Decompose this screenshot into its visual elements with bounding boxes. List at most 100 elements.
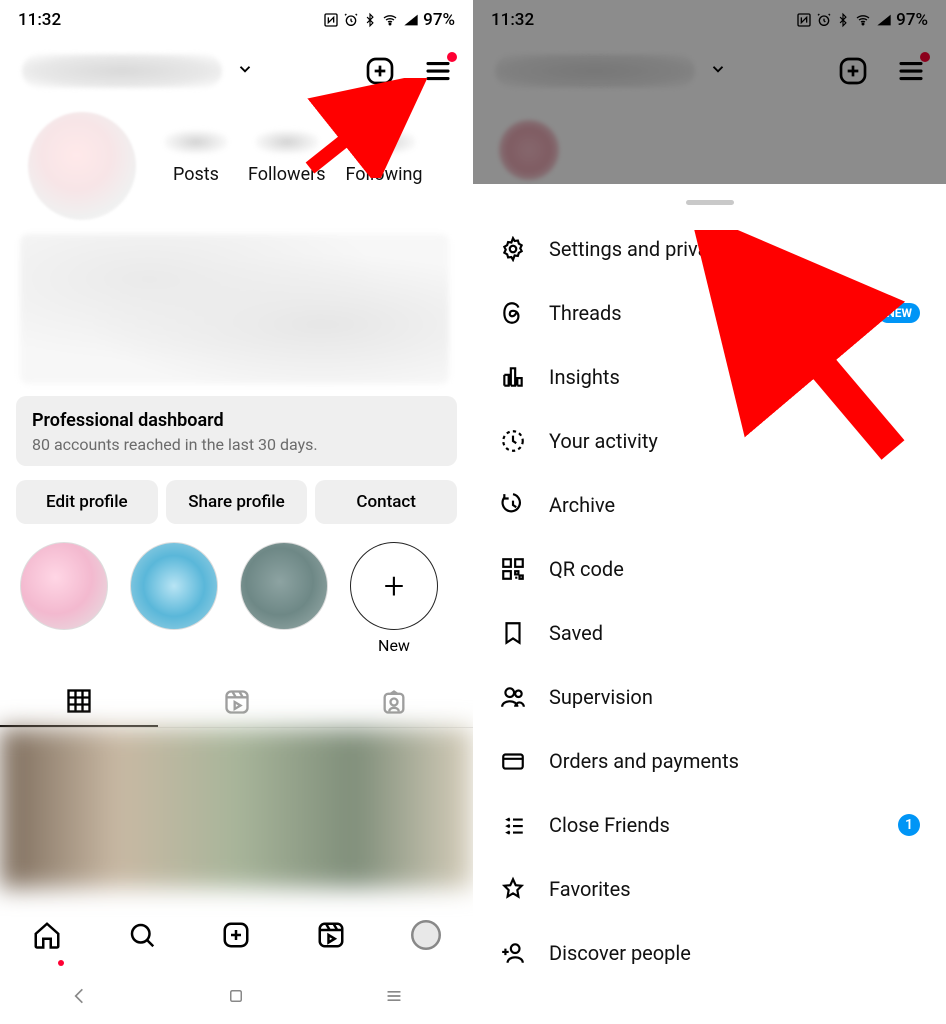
- nav-profile[interactable]: [411, 920, 441, 954]
- status-right: 97%: [796, 10, 928, 30]
- status-bar: 11:32 97%: [0, 0, 473, 40]
- bluetooth-icon: [363, 12, 377, 28]
- account-switcher-chevron-icon[interactable]: [236, 60, 254, 82]
- hamburger-menu-button[interactable]: [421, 54, 455, 88]
- stat-posts-label: Posts: [173, 164, 219, 185]
- stat-followers-label: Followers: [248, 164, 326, 185]
- professional-dashboard[interactable]: Professional dashboard 80 accounts reach…: [16, 396, 457, 466]
- menu-item-favorites[interactable]: Favorites: [473, 857, 946, 921]
- gear-icon: [499, 235, 527, 263]
- nav-create[interactable]: [221, 920, 251, 954]
- username[interactable]: [22, 54, 222, 88]
- menu-item-discover[interactable]: Discover people: [473, 921, 946, 985]
- menu-item-archive[interactable]: Archive: [473, 473, 946, 537]
- highlight-new-label: New: [378, 636, 410, 655]
- create-button[interactable]: [836, 54, 870, 88]
- nfc-icon: [796, 12, 812, 28]
- nav-home[interactable]: [32, 920, 62, 954]
- profile-action-row: Edit profile Share profile Contact: [16, 480, 457, 524]
- highlight-new[interactable]: + New: [350, 542, 438, 655]
- archive-icon: [499, 491, 527, 519]
- menu-label: Supervision: [549, 685, 653, 709]
- tab-grid[interactable]: [0, 677, 158, 727]
- wifi-icon: [381, 12, 399, 28]
- account-switcher-chevron-icon[interactable]: [709, 60, 727, 82]
- menu-label: Close Friends: [549, 813, 670, 837]
- nav-reels[interactable]: [316, 920, 346, 954]
- highlight-2[interactable]: [130, 542, 218, 630]
- menu-item-activity[interactable]: Your activity: [473, 409, 946, 473]
- profile-screen: 11:32 97%: [0, 0, 473, 1024]
- highlight-3[interactable]: [240, 542, 328, 630]
- status-time: 11:32: [491, 10, 534, 30]
- post-thumbnail[interactable]: [0, 728, 473, 888]
- wifi-icon: [854, 12, 872, 28]
- status-battery: 97%: [423, 10, 455, 30]
- system-nav: [0, 972, 473, 1024]
- nav-home-dot-icon: [58, 960, 64, 966]
- tab-tagged[interactable]: [315, 677, 473, 727]
- notification-dot-icon: [920, 52, 930, 62]
- menu-item-threads[interactable]: Threads NEW: [473, 281, 946, 345]
- star-icon: [499, 875, 527, 903]
- sys-back[interactable]: [69, 986, 89, 1010]
- menu-label: Threads: [549, 301, 622, 325]
- status-bar: 11:32 97%: [473, 0, 946, 40]
- profile-topbar: [473, 40, 946, 102]
- sys-recent[interactable]: [384, 986, 404, 1010]
- username[interactable]: [495, 54, 695, 88]
- menu-label: Settings and privacy: [549, 237, 728, 261]
- menu-label: Insights: [549, 365, 620, 389]
- nav-search[interactable]: [127, 920, 157, 954]
- threads-icon: [499, 299, 527, 327]
- stat-posts[interactable]: Posts: [164, 130, 228, 185]
- sys-home[interactable]: [227, 987, 245, 1009]
- tab-reels[interactable]: [158, 677, 316, 727]
- activity-icon: [499, 427, 527, 455]
- dashboard-subtitle: 80 accounts reached in the last 30 days.: [32, 435, 441, 454]
- stat-following[interactable]: Following: [346, 130, 423, 185]
- notification-dot-icon: [447, 52, 457, 62]
- bookmark-icon: [499, 619, 527, 647]
- profile-tabs: [0, 677, 473, 728]
- profile-stats: Posts Followers Following: [164, 130, 423, 185]
- avatar: [499, 120, 559, 180]
- menu-item-orders[interactable]: Orders and payments: [473, 729, 946, 793]
- discover-icon: [499, 939, 527, 967]
- share-profile-button[interactable]: Share profile: [166, 480, 308, 524]
- supervision-icon: [499, 683, 527, 711]
- menu-item-insights[interactable]: Insights: [473, 345, 946, 409]
- count-badge: 1: [898, 814, 920, 836]
- stat-followers[interactable]: Followers: [248, 130, 326, 185]
- card-icon: [499, 747, 527, 775]
- stat-following-label: Following: [346, 164, 423, 185]
- avatar[interactable]: [28, 112, 136, 220]
- menu-label: Orders and payments: [549, 749, 739, 773]
- profile-topbar: [0, 40, 473, 102]
- bio: [20, 234, 449, 384]
- menu-label: Archive: [549, 493, 615, 517]
- edit-profile-button[interactable]: Edit profile: [16, 480, 158, 524]
- menu-item-settings-privacy[interactable]: Settings and privacy: [473, 217, 946, 281]
- new-badge: NEW: [878, 303, 920, 323]
- menu-label: Your activity: [549, 429, 658, 453]
- story-highlights: + New: [0, 524, 473, 655]
- menu-item-qr[interactable]: QR code: [473, 537, 946, 601]
- dashboard-title: Professional dashboard: [32, 410, 441, 431]
- menu-item-close-friends[interactable]: Close Friends 1: [473, 793, 946, 857]
- contact-button[interactable]: Contact: [315, 480, 457, 524]
- signal-icon: [403, 12, 419, 28]
- alarm-icon: [343, 12, 359, 28]
- sheet-handle[interactable]: [686, 200, 734, 205]
- menu-item-supervision[interactable]: Supervision: [473, 665, 946, 729]
- menu-item-saved[interactable]: Saved: [473, 601, 946, 665]
- create-button[interactable]: [363, 54, 397, 88]
- status-right: 97%: [323, 10, 455, 30]
- highlight-1[interactable]: [20, 542, 108, 630]
- hamburger-menu-button[interactable]: [894, 54, 928, 88]
- nfc-icon: [323, 12, 339, 28]
- chart-icon: [499, 363, 527, 391]
- bottom-nav: [0, 902, 473, 972]
- menu-label: Saved: [549, 621, 603, 645]
- menu-label: QR code: [549, 557, 624, 581]
